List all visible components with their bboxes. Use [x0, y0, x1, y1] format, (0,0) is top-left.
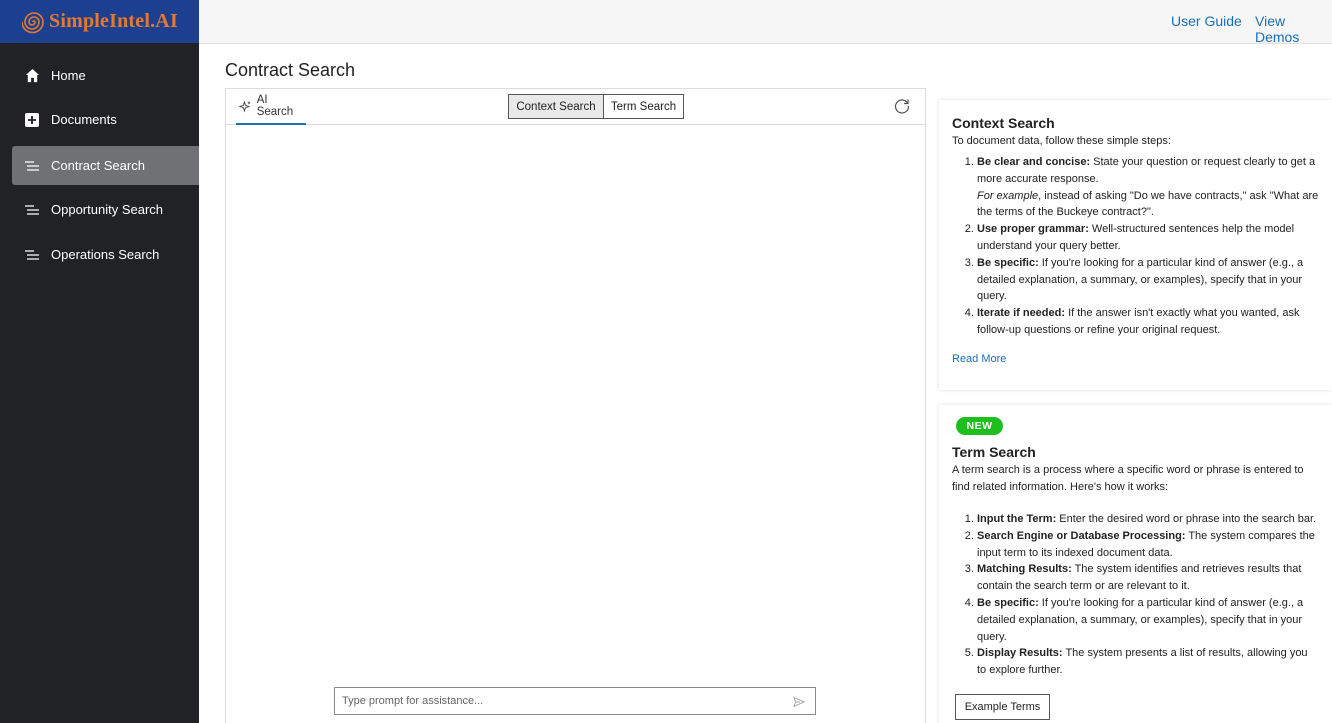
card-title: Context Search	[952, 115, 1055, 131]
panel-header: AI Search Context Search Term Search	[226, 89, 925, 125]
sparkle-icon	[239, 99, 251, 113]
term-search-button[interactable]: Term Search	[603, 94, 684, 119]
list-item: Input the Term: Enter the desired word o…	[977, 511, 1319, 528]
new-badge: NEW	[956, 417, 1003, 435]
list-lines-icon	[24, 202, 40, 218]
search-panel: AI Search Context Search Term Search	[225, 88, 926, 723]
plus-square-icon	[24, 112, 40, 128]
steps-list: Be clear and concise: State your questio…	[977, 154, 1319, 339]
sidebar-item-label: Opportunity Search	[51, 202, 164, 217]
sidebar-item-documents[interactable]: Documents	[12, 100, 199, 139]
steps-list: Input the Term: Enter the desired word o…	[977, 511, 1319, 679]
card-title: Term Search	[952, 444, 1036, 460]
list-lines-icon	[24, 158, 40, 174]
list-item: Matching Results: The system identifies …	[977, 561, 1319, 595]
tab-label: AI Search	[256, 94, 294, 118]
list-item: Iterate if needed: If the answer isn't e…	[977, 305, 1319, 339]
user-guide-link[interactable]: User Guide	[1171, 13, 1242, 29]
sidebar-item-contract-search[interactable]: Contract Search	[12, 146, 199, 185]
list-lines-icon	[24, 247, 40, 263]
sidebar-item-operations-search[interactable]: Operations Search	[12, 235, 199, 274]
prompt-input[interactable]	[342, 695, 782, 707]
view-demos-link[interactable]: View Demos	[1255, 13, 1332, 45]
sidebar-item-label: Documents	[51, 112, 117, 127]
refresh-icon[interactable]	[893, 97, 911, 115]
list-item: Use proper grammar: Well-structured sent…	[977, 221, 1319, 255]
list-item: Be clear and concise: State your questio…	[977, 154, 1319, 221]
send-icon[interactable]	[793, 696, 805, 708]
sidebar: SimpleIntel.AI Home Documents Contract S…	[0, 0, 199, 723]
list-item: Be specific: If you're looking for a par…	[977, 595, 1319, 645]
sidebar-item-label: Operations Search	[51, 247, 160, 262]
list-item: Search Engine or Database Processing: Th…	[977, 528, 1319, 562]
context-search-button[interactable]: Context Search	[508, 94, 604, 119]
sidebar-item-label: Contract Search	[51, 158, 145, 173]
page-title: Contract Search	[225, 60, 356, 80]
spiral-logo-icon	[22, 11, 44, 33]
tab-ai-search[interactable]: AI Search	[236, 89, 306, 125]
logo[interactable]: SimpleIntel.AI	[0, 0, 199, 43]
top-bar: User Guide View Demos	[199, 0, 1332, 45]
home-icon	[24, 68, 40, 84]
list-item: Be specific: If you're looking for a par…	[977, 255, 1319, 305]
term-search-card: NEW Term Search A term search is a proce…	[939, 405, 1332, 723]
brand-name: SimpleIntel.AI	[49, 10, 178, 32]
list-item: Display Results: The system presents a l…	[977, 645, 1319, 679]
context-search-card: Context Search To document data, follow …	[939, 100, 1332, 390]
prompt-box	[334, 687, 816, 715]
read-more-link[interactable]: Read More	[952, 353, 1319, 365]
example-terms-button[interactable]: Example Terms	[955, 694, 1050, 720]
sidebar-item-opportunity-search[interactable]: Opportunity Search	[12, 190, 199, 229]
card-intro: A term search is a process where a speci…	[952, 464, 1304, 493]
sidebar-item-label: Home	[51, 68, 86, 83]
sidebar-item-home[interactable]: Home	[12, 56, 199, 95]
card-intro: To document data, follow these simple st…	[952, 135, 1171, 147]
